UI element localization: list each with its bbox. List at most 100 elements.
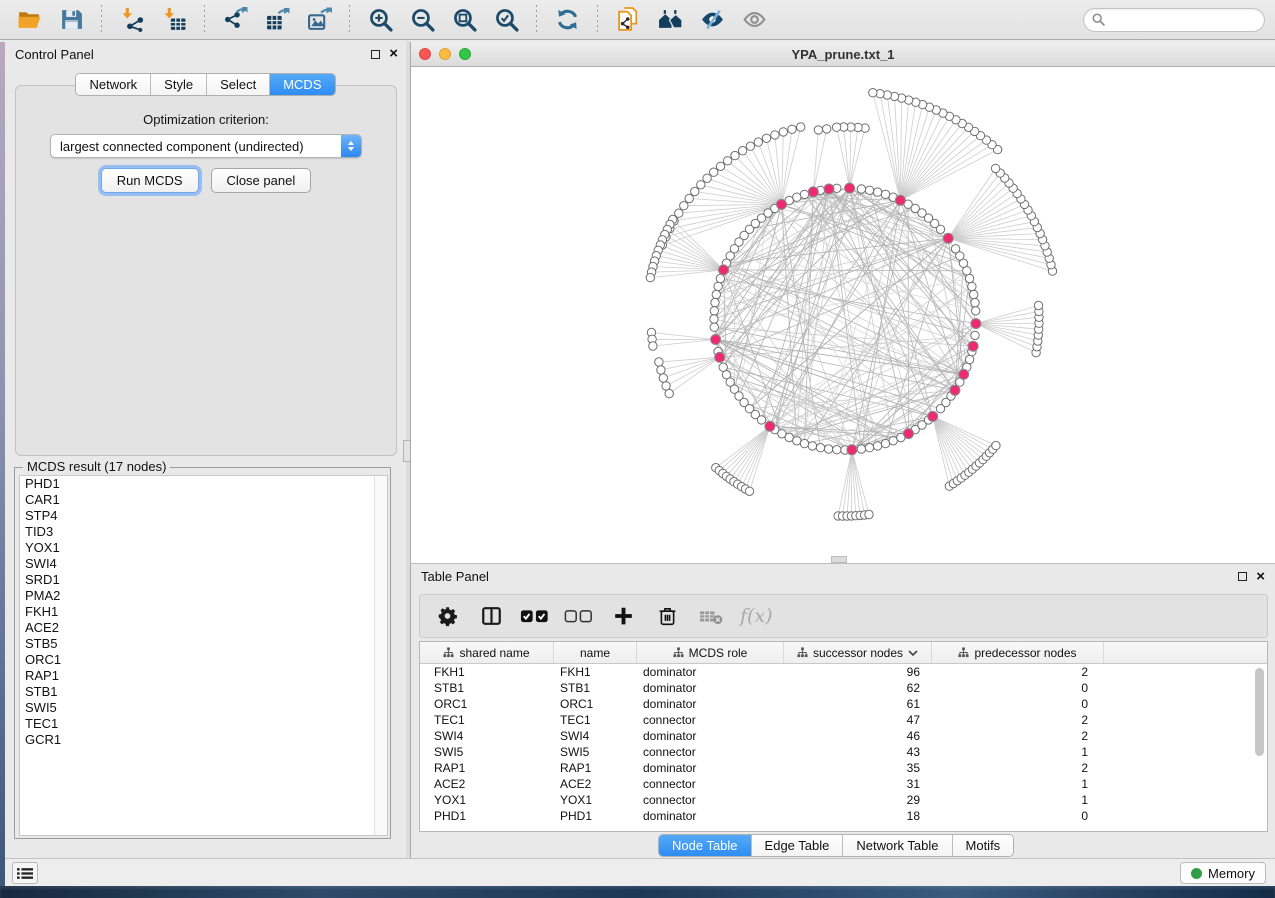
search-input[interactable]: [1111, 13, 1256, 27]
hide-graphics-details-button[interactable]: [693, 4, 731, 36]
network-node[interactable]: [797, 123, 805, 131]
table-row[interactable]: SWI4SWI4dominator462: [420, 728, 1267, 744]
network-node[interactable]: [968, 282, 976, 290]
network-node[interactable]: [1034, 301, 1042, 309]
table-row[interactable]: ACE2ACE2connector311: [420, 776, 1267, 792]
network-node[interactable]: [771, 131, 779, 139]
network-node[interactable]: [833, 446, 841, 454]
network-node[interactable]: [881, 439, 889, 447]
mcds-result-item[interactable]: STP4: [20, 508, 387, 524]
add-row-button[interactable]: [608, 601, 638, 631]
export-network-button[interactable]: [216, 4, 254, 36]
table-row[interactable]: PHD1PHD1dominator180: [420, 808, 1267, 824]
mcds-hub-node[interactable]: [765, 421, 775, 431]
network-node[interactable]: [865, 186, 873, 194]
mcds-hub-node[interactable]: [904, 429, 914, 439]
network-node[interactable]: [965, 355, 973, 363]
network-node[interactable]: [655, 358, 663, 366]
zoom-out-button[interactable]: [403, 4, 441, 36]
mcds-hub-node[interactable]: [943, 233, 953, 243]
network-node[interactable]: [762, 134, 770, 142]
network-node[interactable]: [662, 382, 670, 390]
network-node[interactable]: [712, 290, 720, 298]
gear-button[interactable]: [432, 601, 462, 631]
search-box[interactable]: [1083, 8, 1265, 32]
network-node[interactable]: [951, 245, 959, 253]
show-panels-button[interactable]: [12, 862, 38, 884]
tab-edge-table[interactable]: Edge Table: [752, 835, 844, 856]
network-node[interactable]: [691, 187, 699, 195]
mcds-result-item[interactable]: PMA2: [20, 588, 387, 604]
network-node[interactable]: [800, 190, 808, 198]
tab-network[interactable]: Network: [76, 74, 151, 95]
network-node[interactable]: [646, 273, 654, 281]
network-node[interactable]: [716, 162, 724, 170]
network-node[interactable]: [680, 202, 688, 210]
network-node[interactable]: [716, 274, 724, 282]
mcds-hub-node[interactable]: [847, 445, 857, 455]
mcds-hub-node[interactable]: [928, 411, 938, 421]
import-network-button[interactable]: [113, 4, 151, 36]
mcds-result-list[interactable]: PHD1CAR1STP4TID3YOX1SWI4SRD1PMA2FKH1ACE2…: [19, 475, 388, 836]
columns-button[interactable]: [476, 601, 506, 631]
network-node[interactable]: [881, 190, 889, 198]
network-node[interactable]: [649, 342, 657, 350]
network-canvas[interactable]: [411, 67, 1275, 562]
import-table-button[interactable]: [155, 4, 193, 36]
mcds-hub-node[interactable]: [777, 199, 787, 209]
mcds-hub-node[interactable]: [895, 195, 905, 205]
network-node[interactable]: [991, 164, 999, 172]
network-node[interactable]: [824, 445, 832, 453]
close-panel-button[interactable]: Close panel: [211, 168, 312, 193]
network-node[interactable]: [665, 389, 673, 397]
network-node[interactable]: [757, 416, 765, 424]
table-row[interactable]: FKH1FKH1dominator962: [420, 664, 1267, 680]
network-node[interactable]: [857, 445, 865, 453]
run-mcds-button[interactable]: Run MCDS: [101, 168, 199, 193]
export-image-button[interactable]: [300, 4, 338, 36]
network-node[interactable]: [857, 185, 865, 193]
mcds-result-item[interactable]: CAR1: [20, 492, 387, 508]
mcds-result-item[interactable]: YOX1: [20, 540, 387, 556]
network-node[interactable]: [723, 157, 731, 165]
mcds-hub-node[interactable]: [711, 335, 721, 345]
network-node[interactable]: [710, 307, 718, 315]
network-node[interactable]: [657, 366, 665, 374]
network-node[interactable]: [971, 331, 979, 339]
column-header-shared-name[interactable]: shared name: [420, 642, 554, 663]
network-node[interactable]: [814, 126, 822, 134]
deselect-all-button[interactable]: [564, 601, 594, 631]
column-header-successor-nodes[interactable]: successor nodes: [784, 642, 932, 663]
network-node[interactable]: [714, 282, 722, 290]
close-table-panel-icon[interactable]: ×: [1256, 572, 1265, 582]
mcds-result-item[interactable]: RAP1: [20, 668, 387, 684]
tab-network-table[interactable]: Network Table: [843, 835, 952, 856]
mcds-result-item[interactable]: FKH1: [20, 604, 387, 620]
network-node[interactable]: [685, 194, 693, 202]
column-header-predecessor-nodes[interactable]: predecessor nodes: [932, 642, 1104, 663]
mcds-result-item[interactable]: STB5: [20, 636, 387, 652]
table-row[interactable]: RAP1RAP1dominator352: [420, 760, 1267, 776]
table-scrollbar-thumb[interactable]: [1255, 668, 1264, 756]
network-node[interactable]: [808, 442, 816, 450]
network-node[interactable]: [710, 168, 718, 176]
network-overview-button[interactable]: [651, 4, 689, 36]
network-node[interactable]: [873, 188, 881, 196]
open-session-button[interactable]: [10, 4, 48, 36]
network-node[interactable]: [970, 290, 978, 298]
network-node[interactable]: [816, 444, 824, 452]
maximize-window-icon[interactable]: [459, 48, 471, 60]
network-node[interactable]: [697, 181, 705, 189]
tab-select[interactable]: Select: [207, 74, 270, 95]
table-row[interactable]: ORC1ORC1dominator610: [420, 696, 1267, 712]
optimization-criterion-dropdown[interactable]: largest connected component (undirected): [50, 134, 362, 158]
minimize-window-icon[interactable]: [439, 48, 451, 60]
mcds-hub-node[interactable]: [719, 265, 729, 275]
network-node[interactable]: [745, 487, 753, 495]
close-window-icon[interactable]: [419, 48, 431, 60]
network-node[interactable]: [869, 89, 877, 97]
network-node[interactable]: [710, 315, 718, 323]
network-node[interactable]: [865, 510, 873, 518]
export-table-button[interactable]: [258, 4, 296, 36]
tab-motifs[interactable]: Motifs: [953, 835, 1014, 856]
